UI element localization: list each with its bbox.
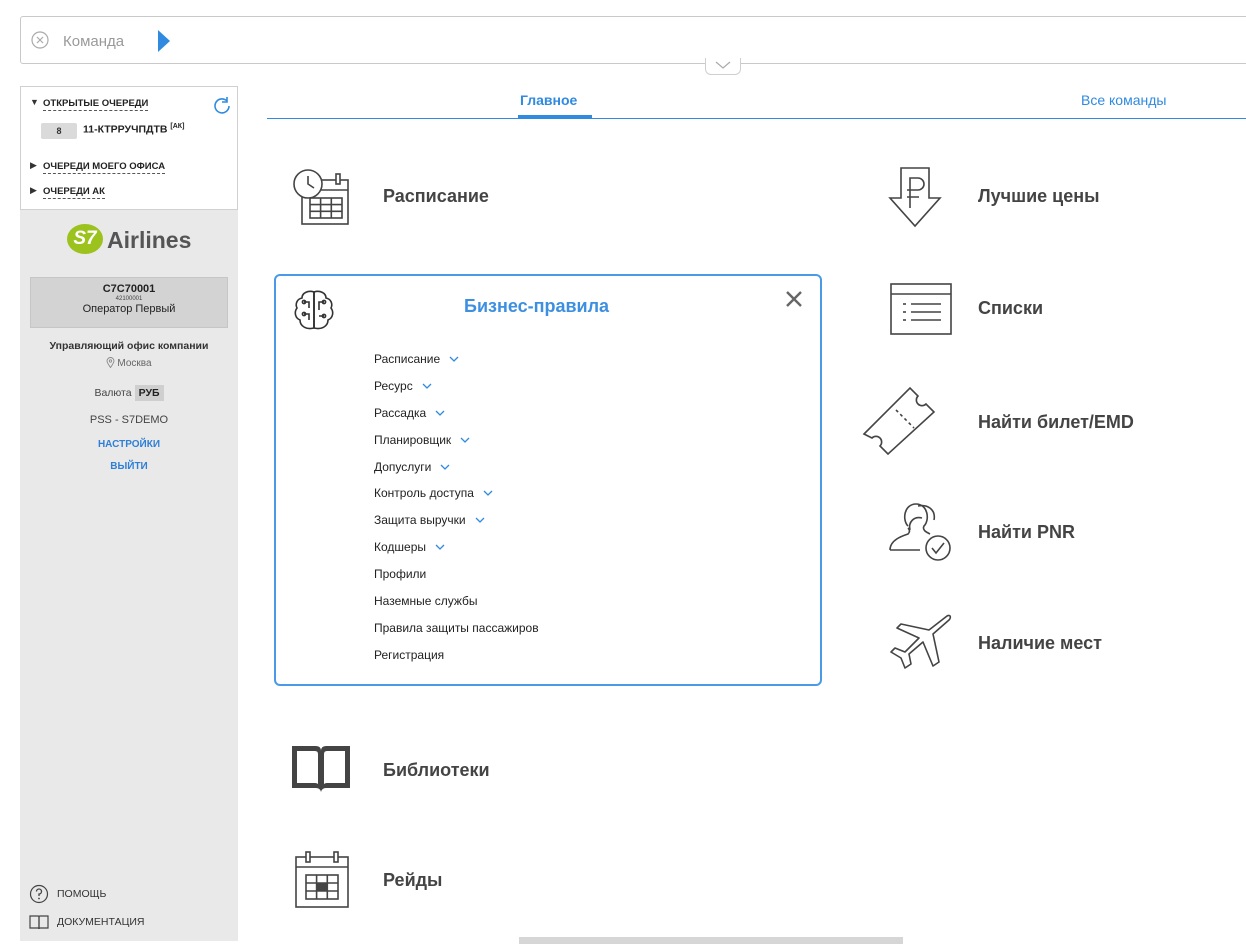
user-name: Оператор Первый bbox=[82, 303, 176, 315]
settings-link[interactable]: НАСТРОЙКИ bbox=[20, 439, 238, 450]
queues-panel: ▼ ОТКРЫТЫЕ ОЧЕРЕДИ 8 11-КТРРУЧПДТВ [АК] … bbox=[20, 86, 238, 210]
business-rule-item[interactable]: Кодшеры bbox=[374, 540, 539, 567]
chevron-down-icon[interactable] bbox=[440, 464, 450, 470]
help-link[interactable]: ПОМОЩЬ bbox=[29, 884, 106, 904]
documentation-link[interactable]: ДОКУМЕНТАЦИЯ bbox=[29, 914, 144, 930]
command-bar[interactable]: Команда bbox=[20, 16, 1246, 64]
tab-main[interactable]: Главное bbox=[520, 92, 577, 108]
brain-icon bbox=[294, 290, 334, 330]
business-rule-label: Кодшеры bbox=[374, 540, 427, 555]
business-rule-item[interactable]: Рассадка bbox=[374, 406, 539, 433]
chevron-down-icon bbox=[715, 61, 731, 69]
location-pin-icon bbox=[106, 357, 115, 368]
business-rule-item[interactable]: Профили bbox=[374, 567, 539, 594]
business-rule-item[interactable]: Наземные службы bbox=[374, 594, 539, 621]
airplane-icon[interactable] bbox=[889, 612, 953, 674]
chevron-down-icon[interactable] bbox=[460, 437, 470, 443]
find-pnr-icon[interactable] bbox=[888, 500, 954, 566]
collapsed-triangle-icon[interactable]: ▶ bbox=[30, 185, 37, 196]
best-prices-icon[interactable] bbox=[887, 164, 943, 230]
business-rule-label: Планировщик bbox=[374, 432, 452, 447]
calendar-icon[interactable] bbox=[292, 849, 352, 909]
business-rules-title: Бизнес-правила bbox=[464, 296, 610, 316]
status-footer bbox=[519, 937, 903, 944]
user-id: 42100001 bbox=[115, 296, 143, 302]
tile-schedule[interactable]: Расписание bbox=[383, 186, 489, 207]
chevron-down-icon[interactable] bbox=[422, 383, 432, 389]
business-rules-panel: Бизнес-правила Расписание Ресурс Рассадка П… bbox=[274, 274, 822, 686]
chevron-down-icon[interactable] bbox=[475, 517, 485, 524]
open-queues-header[interactable]: ОТКРЫТЫЕ ОЧЕРЕДИ bbox=[43, 98, 149, 111]
airline-queues-header[interactable]: ОЧЕРЕДИ АК bbox=[43, 186, 105, 199]
airline-logo: S7 Airlines bbox=[67, 222, 207, 256]
office-city: Москва bbox=[20, 357, 238, 369]
business-rule-label: Ресурс bbox=[374, 378, 413, 393]
chevron-down-icon[interactable] bbox=[435, 544, 445, 551]
currency: Валюта РУБ bbox=[20, 385, 238, 401]
business-rule-label: Регистрация bbox=[374, 647, 445, 662]
clear-icon[interactable] bbox=[31, 31, 49, 49]
user-sidebar: S7 Airlines C7C70001 42100001 Оператор П… bbox=[20, 210, 238, 941]
command-expand-toggle[interactable] bbox=[705, 58, 741, 75]
chevron-down-icon[interactable] bbox=[435, 410, 445, 416]
command-input[interactable]: Команда bbox=[63, 33, 124, 50]
tile-find-pnr[interactable]: Найти PNR bbox=[978, 522, 1075, 543]
schedule-icon[interactable] bbox=[290, 166, 352, 228]
queue-item[interactable]: 11-КТРРУЧПДТВ [АК] bbox=[83, 123, 184, 136]
book-icon bbox=[29, 915, 49, 930]
business-rule-item[interactable]: Расписание bbox=[374, 352, 539, 379]
business-rule-item[interactable]: Регистрация bbox=[374, 648, 539, 675]
business-rule-item[interactable]: Правила защиты пассажиров bbox=[374, 621, 539, 648]
business-rule-item[interactable]: Ресурс bbox=[374, 379, 539, 406]
library-book-icon[interactable] bbox=[290, 742, 352, 794]
business-rule-label: Расписание bbox=[374, 352, 441, 366]
user-card: C7C70001 42100001 Оператор Первый bbox=[30, 277, 228, 328]
run-command-icon[interactable] bbox=[158, 30, 170, 52]
business-rule-item[interactable]: Допуслуги bbox=[374, 460, 539, 487]
refresh-icon[interactable] bbox=[212, 96, 232, 116]
tile-libraries[interactable]: Библиотеки bbox=[383, 760, 490, 781]
business-rule-item[interactable]: Планировщик bbox=[374, 433, 539, 460]
business-rule-label: Наземные службы bbox=[374, 594, 478, 609]
tabs-divider bbox=[267, 118, 1246, 119]
business-rules-list: Расписание Ресурс Рассадка Планировщик Допус… bbox=[374, 352, 539, 675]
tile-availability[interactable]: Наличие мест bbox=[978, 633, 1102, 654]
system-name: PSS - S7DEMO bbox=[89, 414, 169, 426]
tab-all-commands[interactable]: Все команды bbox=[1081, 92, 1166, 108]
business-rule-item[interactable]: Защита выручки bbox=[374, 513, 539, 540]
business-rule-label: Контроль доступа bbox=[374, 486, 474, 501]
business-rule-label: Защита выручки bbox=[374, 513, 466, 528]
queue-count-badge: 8 bbox=[41, 123, 77, 139]
business-rule-label: Профили bbox=[374, 567, 427, 582]
business-rule-item[interactable]: Контроль доступа bbox=[374, 486, 539, 513]
logout-link[interactable]: ВЫЙТИ bbox=[20, 461, 238, 472]
business-rule-label: Допуслуги bbox=[374, 459, 432, 474]
chevron-down-icon[interactable] bbox=[449, 356, 459, 362]
tile-lists[interactable]: Списки bbox=[978, 298, 1043, 319]
business-rule-label: Рассадка bbox=[374, 405, 427, 420]
help-icon bbox=[29, 884, 49, 904]
office-queues-header[interactable]: ОЧЕРЕДИ МОЕГО ОФИСА bbox=[43, 161, 166, 174]
currency-value[interactable]: РУБ bbox=[134, 385, 164, 401]
lists-icon[interactable] bbox=[889, 282, 953, 336]
collapsed-triangle-icon[interactable]: ▶ bbox=[30, 160, 37, 171]
expanded-triangle-icon[interactable]: ▼ bbox=[30, 97, 39, 107]
close-icon[interactable] bbox=[785, 290, 803, 308]
chevron-down-icon[interactable] bbox=[483, 490, 493, 497]
user-code: C7C70001 bbox=[102, 283, 156, 295]
tile-best-prices[interactable]: Лучшие цены bbox=[978, 186, 1100, 207]
ticket-icon[interactable] bbox=[860, 384, 944, 456]
tile-raids[interactable]: Рейды bbox=[383, 870, 442, 891]
office-name: Управляющий офис компании bbox=[49, 340, 209, 352]
business-rule-label: Правила защиты пассажиров bbox=[374, 620, 539, 635]
tile-find-ticket[interactable]: Найти билет/EMD bbox=[978, 412, 1134, 433]
